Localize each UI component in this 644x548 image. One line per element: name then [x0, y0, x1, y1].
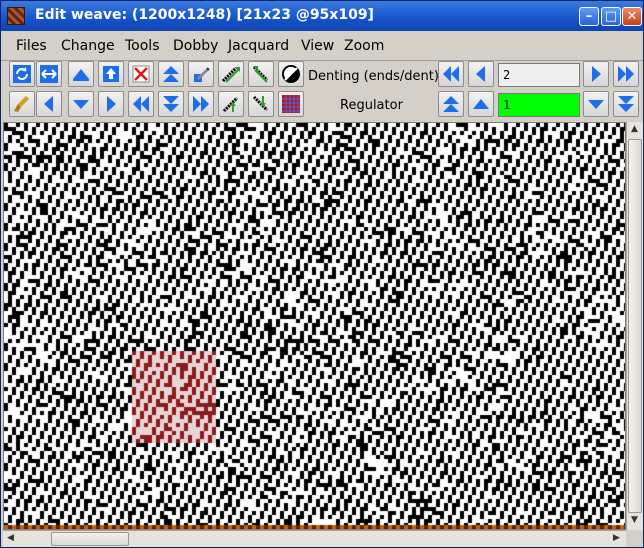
toolbar-row-2: Regulator 1	[1, 91, 643, 121]
resize-horizontal-button[interactable]	[36, 61, 62, 87]
scroll-down-icon[interactable]: ▼	[627, 513, 642, 528]
regulator-fast-up-button[interactable]	[438, 91, 464, 117]
scroll-left-icon[interactable]: ◀	[3, 531, 18, 546]
clear-button[interactable]	[128, 61, 154, 87]
upload-icon	[103, 66, 119, 82]
twill-right-button[interactable]	[218, 61, 244, 87]
twill-up-icon	[222, 96, 239, 113]
double-down-icon	[163, 96, 179, 112]
weave-canvas-area[interactable]	[3, 122, 626, 530]
double-down-icon	[618, 96, 634, 112]
upload-button[interactable]	[98, 61, 124, 87]
double-right-icon	[193, 96, 209, 112]
scroll-corner	[626, 530, 643, 547]
vertical-scrollbar[interactable]: ▲ ▼	[626, 122, 643, 530]
arrow-left-icon	[476, 66, 485, 82]
denting-label: Denting (ends/dent)	[308, 69, 439, 84]
horizontal-scroll-thumb[interactable]	[51, 532, 129, 546]
regulator-fast-down-button[interactable]	[613, 91, 639, 117]
arrow-right-icon	[592, 66, 601, 82]
arrow-down-button[interactable]	[68, 91, 94, 117]
horizontal-scrollbar[interactable]: ◀ ▶	[3, 530, 626, 547]
app-weave-icon[interactable]	[7, 7, 25, 25]
title-bar[interactable]: Edit weave: (1200x1248) [21x23 @95x109] …	[1, 1, 643, 31]
twill-down-icon	[252, 95, 269, 112]
double-right-button[interactable]	[188, 91, 214, 117]
arrow-down-icon	[588, 100, 604, 109]
toolbar-row-1: Denting (ends/dent) 2	[1, 61, 643, 91]
window-title: Edit weave: (1200x1248) [21x23 @95x109]	[35, 7, 374, 23]
double-left-icon	[133, 96, 149, 112]
menu-view[interactable]: View	[301, 38, 334, 54]
denting-decrease-button[interactable]	[468, 61, 494, 87]
regulator-input[interactable]: 1	[498, 93, 580, 117]
denting-fast-increase-button[interactable]	[613, 61, 639, 87]
menu-files[interactable]: Files	[16, 38, 47, 54]
brush-button[interactable]	[9, 91, 35, 117]
twill-left-button[interactable]	[248, 61, 274, 87]
arrow-left-button[interactable]	[36, 91, 62, 117]
menu-jacquard[interactable]: Jacquard	[228, 38, 289, 54]
menu-zoom[interactable]: Zoom	[344, 38, 384, 54]
weave-pattern-canvas[interactable]	[4, 123, 625, 529]
clear-cross-icon	[132, 65, 150, 83]
grid-color-icon	[282, 95, 300, 113]
refresh-icon	[13, 65, 31, 83]
denting-input[interactable]: 2	[498, 63, 580, 87]
twill-right-icon	[221, 66, 240, 83]
vertical-scroll-thumb[interactable]	[628, 139, 642, 513]
denting-increase-button[interactable]	[583, 61, 609, 87]
menu-tools[interactable]: Tools	[125, 38, 160, 54]
refresh-button[interactable]	[9, 61, 35, 87]
menu-change[interactable]: Change	[61, 38, 115, 54]
arrow-right-button[interactable]	[98, 91, 124, 117]
maximize-button[interactable]: □	[601, 7, 621, 26]
shift-up-icon	[73, 69, 89, 81]
minimize-button[interactable]: –	[579, 7, 599, 26]
invert-icon	[282, 65, 300, 83]
regulator-down-button[interactable]	[583, 91, 609, 117]
scroll-up-icon[interactable]: ▲	[627, 122, 642, 137]
regulator-up-button[interactable]	[468, 91, 494, 117]
invert-button[interactable]	[278, 61, 304, 87]
double-right-icon	[618, 66, 634, 82]
twill-up-button[interactable]	[218, 91, 244, 117]
pen-pattern-icon	[194, 67, 210, 82]
brush-icon	[14, 96, 29, 112]
menu-dobby[interactable]: Dobby	[173, 38, 218, 54]
double-up-icon	[163, 66, 179, 82]
scroll-right-icon[interactable]: ▶	[609, 531, 624, 546]
double-down-button[interactable]	[158, 91, 184, 117]
double-up-icon	[443, 96, 459, 112]
double-up-button[interactable]	[158, 61, 184, 87]
resize-horizontal-icon	[40, 65, 58, 83]
double-left-icon	[443, 66, 459, 82]
arrow-left-icon	[44, 96, 53, 112]
menu-bar: Files Change Tools Dobby Jacquard View Z…	[1, 32, 643, 61]
denting-fast-decrease-button[interactable]	[438, 61, 464, 87]
pen-pattern-button[interactable]	[188, 61, 214, 87]
arrow-up-icon	[473, 99, 489, 109]
regulator-label: Regulator	[340, 98, 403, 113]
close-button[interactable]: ✕	[622, 7, 642, 26]
shift-up-button[interactable]	[68, 61, 94, 87]
double-left-button[interactable]	[128, 91, 154, 117]
twill-down-button[interactable]	[248, 91, 274, 117]
arrow-down-icon	[73, 100, 89, 109]
twill-left-icon	[252, 65, 269, 83]
arrow-right-icon	[107, 96, 116, 112]
edit-weave-window: Edit weave: (1200x1248) [21x23 @95x109] …	[0, 0, 644, 548]
grid-color-button[interactable]	[278, 91, 304, 117]
